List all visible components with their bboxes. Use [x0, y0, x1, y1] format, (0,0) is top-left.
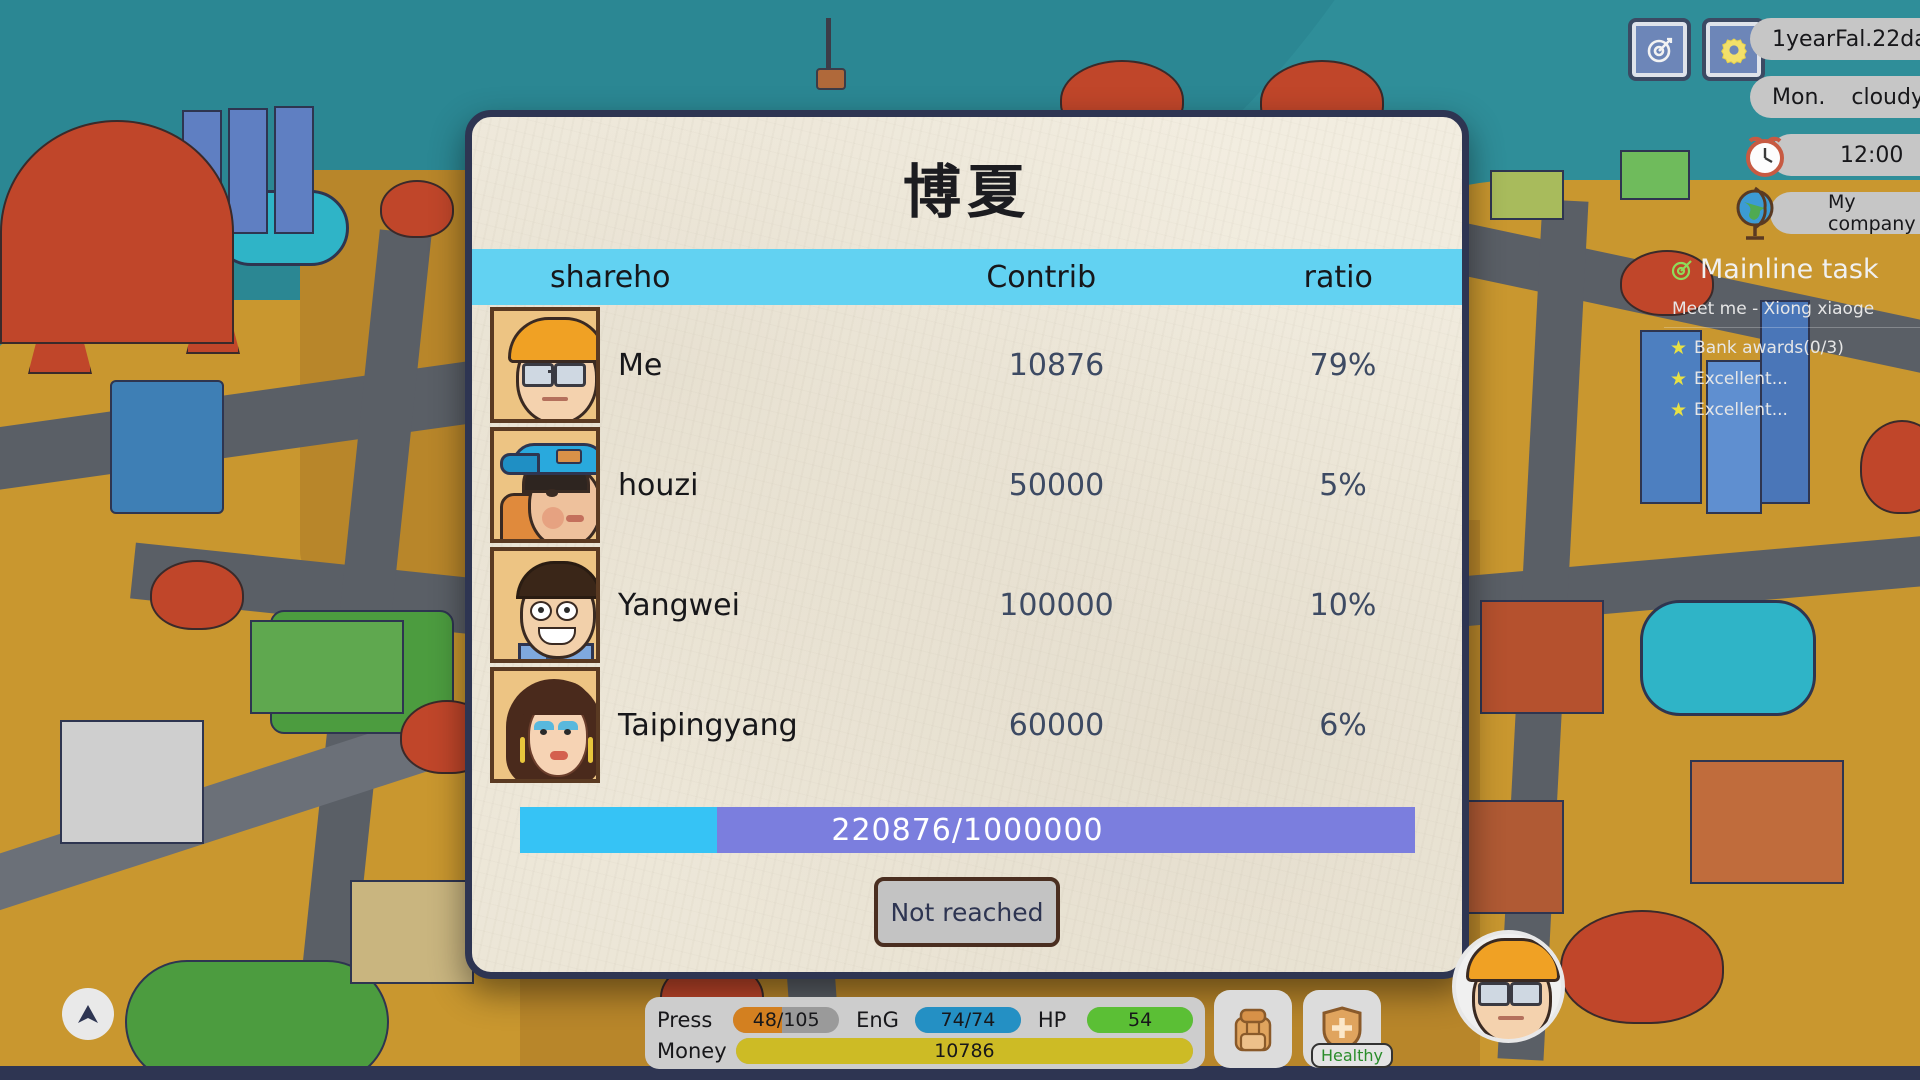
avatar-yangwei-dark-hair-suit	[490, 547, 600, 663]
shareholder-dialog: 博夏 shareho Contrib ratio Me 10876 79% ho…	[465, 110, 1469, 979]
shareholder-ratio: 79%	[1309, 347, 1377, 383]
task-panel-header: Mainline task	[1664, 254, 1920, 285]
press-bar: 48/105	[733, 1006, 840, 1033]
money-value: 10786	[934, 1039, 995, 1062]
shareholder-name: houzi	[618, 467, 699, 503]
column-header-ratio: ratio	[1303, 259, 1373, 295]
shareholder-name: Yangwei	[618, 587, 740, 623]
star-icon: ★	[1670, 337, 1688, 359]
task-item-bank-awards[interactable]: ★ Bank awards(0/3)	[1664, 328, 1920, 359]
shareholder-contribution: 60000	[1008, 707, 1105, 743]
hp-bar: 54	[1087, 1006, 1193, 1033]
date-label: 1yearFal.22day	[1772, 26, 1920, 52]
column-header-shareholder: shareho	[550, 259, 671, 295]
money-label: Money	[657, 1038, 727, 1063]
column-header-contribution: Contrib	[986, 259, 1097, 295]
backpack-icon	[1234, 1008, 1272, 1052]
avatar-cell	[472, 427, 600, 543]
table-row[interactable]: Yangwei 100000 10%	[472, 545, 1462, 665]
not-reached-button[interactable]: Not reached	[874, 877, 1060, 947]
navigate-up-icon	[78, 1005, 98, 1023]
shareholder-contribution: 50000	[1008, 467, 1105, 503]
mainline-task-panel: Mainline task Meet me - Xiong xiaoge ★ B…	[1664, 254, 1920, 421]
time-label: 12:00	[1840, 142, 1904, 168]
table-row[interactable]: houzi 50000 5%	[472, 425, 1462, 545]
shareholder-contribution: 10876	[1008, 347, 1105, 383]
weather-label: cloudy	[1851, 84, 1920, 110]
press-label: Press	[657, 1007, 713, 1032]
task-item-excellent-1[interactable]: ★ Excellent...	[1664, 359, 1920, 390]
player-avatar[interactable]	[1452, 930, 1565, 1043]
backpack-button[interactable]	[1214, 990, 1292, 1068]
energy-label: EnG	[856, 1007, 899, 1032]
avatar-cell	[472, 547, 600, 663]
star-icon: ★	[1670, 399, 1688, 421]
company-label: My company	[1828, 191, 1916, 235]
avatar-houzi-blue-cap	[490, 427, 600, 543]
progress-label: 220876/1000000	[831, 812, 1104, 848]
shareholder-ratio: 5%	[1319, 467, 1367, 503]
date-pill: 1yearFal.22day	[1750, 18, 1920, 60]
company-pill[interactable]: My company	[1770, 191, 1920, 235]
shareholder-name: Taipingyang	[618, 707, 798, 743]
shareholder-contribution: 100000	[999, 587, 1114, 623]
table-row[interactable]: Taipingyang 60000 6%	[472, 665, 1462, 785]
globe-icon	[1736, 186, 1774, 240]
press-value: 48/105	[752, 1008, 820, 1031]
task-item-label: Excellent...	[1694, 400, 1788, 420]
star-icon: ★	[1670, 368, 1688, 390]
shareholder-rows: Me 10876 79% houzi 50000 5% Yangwei 1000…	[472, 305, 1462, 785]
task-item-label: Bank awards(0/3)	[1694, 338, 1844, 358]
target-icon	[1671, 259, 1692, 280]
player-stats-panel: Press 48/105 EnG 74/74 HP 54 Money 10786	[645, 997, 1205, 1069]
money-bar: 10786	[735, 1037, 1193, 1064]
table-header-row: shareho Contrib ratio	[472, 249, 1462, 305]
shareholder-ratio: 10%	[1309, 587, 1377, 623]
health-status-badge: Healthy	[1311, 1043, 1394, 1068]
weekday-label: Mon.	[1772, 84, 1826, 110]
avatar-cell	[472, 667, 600, 783]
gear-icon	[1720, 37, 1747, 64]
task-item-label: Excellent...	[1694, 369, 1788, 389]
avatar-cell	[472, 307, 600, 423]
energy-value: 74/74	[940, 1008, 996, 1031]
navigate-up-button[interactable]	[62, 988, 114, 1040]
task-item-excellent-2[interactable]: ★ Excellent...	[1664, 390, 1920, 421]
avatar-taipingyang-woman-earrings	[490, 667, 600, 783]
avatar-me-orange-hair-glasses	[490, 307, 600, 423]
stats-money-row: Money 10786	[657, 1035, 1193, 1066]
task-panel-title: Mainline task	[1700, 254, 1879, 285]
hp-value: 54	[1127, 1008, 1153, 1031]
weather-pill: Mon. cloudy	[1750, 76, 1920, 118]
time-pill: 12:00	[1770, 134, 1920, 176]
stats-top-row: Press 48/105 EnG 74/74 HP 54	[657, 1004, 1193, 1035]
table-row[interactable]: Me 10876 79%	[472, 305, 1462, 425]
alarm-clock-icon	[1746, 136, 1784, 177]
energy-bar: 74/74	[915, 1006, 1021, 1033]
task-subtitle: Meet me - Xiong xiaoge	[1664, 285, 1920, 328]
shareholder-ratio: 6%	[1319, 707, 1367, 743]
target-button[interactable]	[1628, 18, 1691, 81]
funding-progress-bar: 220876/1000000	[520, 807, 1415, 853]
hp-label: HP	[1037, 1007, 1067, 1032]
target-icon	[1647, 37, 1672, 62]
dialog-title: 博夏	[902, 158, 1031, 226]
shareholder-name: Me	[618, 347, 663, 383]
